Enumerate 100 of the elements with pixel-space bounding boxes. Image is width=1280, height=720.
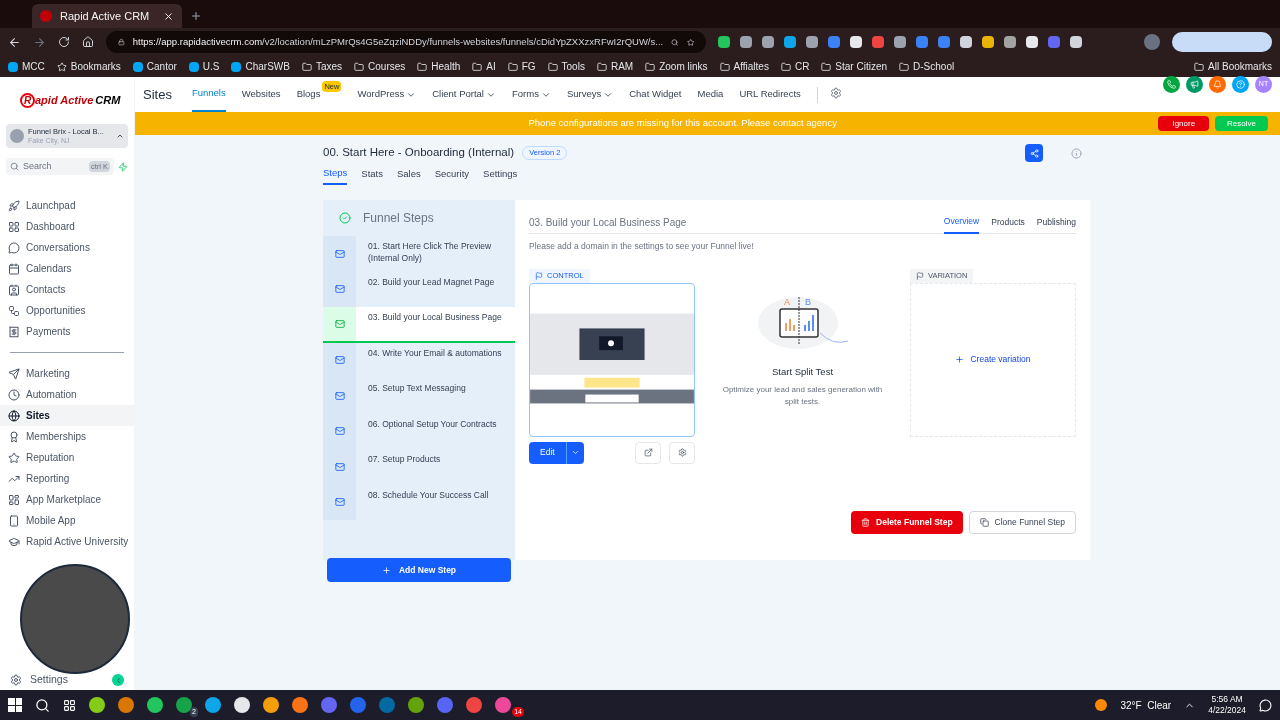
clone-step-button[interactable]: Clone Funnel Step xyxy=(968,510,1076,534)
step-tab[interactable]: Overview xyxy=(943,211,980,234)
back-icon[interactable] xyxy=(8,35,21,49)
sidebar-item[interactable]: Sites xyxy=(0,405,134,426)
taskbar-app-icon[interactable] xyxy=(263,697,279,713)
bookmark-link[interactable]: FG xyxy=(507,59,536,74)
notifications-icon[interactable] xyxy=(1259,698,1272,712)
profile-avatar[interactable] xyxy=(1144,34,1160,50)
sidebar-item[interactable]: Rapid Active University xyxy=(0,531,134,552)
share-button[interactable] xyxy=(1025,144,1043,162)
sidebar-item[interactable]: Opportunities xyxy=(0,300,134,321)
sidebar-item[interactable]: Dashboard xyxy=(0,216,134,237)
sidebar-item[interactable]: Contacts xyxy=(0,279,134,300)
extension-icon[interactable] xyxy=(850,36,862,48)
nav-tab[interactable]: Chat Widget xyxy=(629,77,682,112)
new-tab-icon[interactable] xyxy=(190,10,202,22)
search-icon[interactable] xyxy=(35,697,50,713)
bookmark-link[interactable]: RAM xyxy=(596,59,634,74)
funnel-step[interactable]: 02. Build your Lead Magnet Page xyxy=(323,271,515,307)
collapse-button[interactable] xyxy=(112,674,124,687)
create-variation-link[interactable]: Create variation xyxy=(955,353,1031,367)
bookmark-link[interactable]: Affialtes xyxy=(719,59,769,74)
bookmark-link[interactable]: Zoom links xyxy=(645,59,708,74)
sidebar-item[interactable]: Marketing xyxy=(0,363,134,384)
home-icon[interactable] xyxy=(82,36,94,48)
bookmark-link[interactable]: Tools xyxy=(547,59,585,74)
bookmark-link[interactable]: MCC xyxy=(8,59,45,74)
delete-step-button[interactable]: Delete Funnel Step xyxy=(851,510,963,534)
bookmark-link[interactable]: Health xyxy=(417,59,461,74)
taskbar-app-icon[interactable] xyxy=(234,697,250,713)
bookmark-star-icon[interactable] xyxy=(686,36,694,48)
bookmark-link[interactable]: Courses xyxy=(354,59,406,74)
add-step-button[interactable]: Add New Step xyxy=(327,558,511,582)
funnel-tab[interactable]: Security xyxy=(434,163,470,185)
sidebar-item[interactable]: Launchpad xyxy=(0,195,134,216)
extension-icon[interactable] xyxy=(1070,36,1082,48)
extension-icon[interactable] xyxy=(718,36,730,48)
bookmark-link[interactable]: Bookmarks xyxy=(56,59,121,74)
extension-icon[interactable] xyxy=(894,36,906,48)
help-button[interactable] xyxy=(1232,76,1249,93)
funnel-step[interactable]: 03. Build your Local Business Page xyxy=(323,307,515,343)
nav-tab[interactable]: WordPress xyxy=(357,77,417,112)
funnel-tab[interactable]: Settings xyxy=(483,163,518,185)
sidebar-item[interactable]: Conversations xyxy=(0,237,134,258)
bookmark-link[interactable]: All Bookmarks xyxy=(1194,59,1272,74)
profile-pill[interactable] xyxy=(1172,32,1272,52)
extension-icon[interactable] xyxy=(1004,36,1016,48)
sidebar-item[interactable]: Memberships xyxy=(0,426,134,447)
extension-icon[interactable] xyxy=(784,36,796,48)
reload-icon[interactable] xyxy=(58,36,70,48)
announcement-button[interactable] xyxy=(1186,76,1203,93)
extension-icon[interactable] xyxy=(762,36,774,48)
nav-tab[interactable]: URL Redirects xyxy=(739,77,801,112)
sidebar-item[interactable]: Payments xyxy=(0,321,134,342)
taskbar-app-icon[interactable] xyxy=(147,697,163,713)
bookmark-link[interactable]: Cantor xyxy=(132,59,177,74)
forward-icon[interactable] xyxy=(33,35,46,49)
funnel-step[interactable]: 06. Optional Setup Your Contracts xyxy=(323,413,515,449)
nav-tab[interactable]: Surveys xyxy=(566,77,614,112)
funnel-step[interactable]: 07. Setup Products xyxy=(323,449,515,485)
close-icon[interactable] xyxy=(163,10,174,22)
sidebar-item[interactable]: Automation xyxy=(0,384,134,405)
phone-button[interactable] xyxy=(1163,76,1180,93)
bookmark-link[interactable]: D-School xyxy=(899,59,955,74)
extension-icon[interactable] xyxy=(982,36,994,48)
ignore-button[interactable]: Ignore xyxy=(1158,116,1210,131)
nav-tab[interactable]: Client Portal xyxy=(432,77,496,112)
notification-button[interactable] xyxy=(1209,76,1226,93)
bookmark-link[interactable]: CR xyxy=(780,59,810,74)
bookmark-link[interactable]: U.S xyxy=(188,59,220,74)
funnel-step[interactable]: 04. Write Your Email & automations xyxy=(323,342,515,378)
sidebar-item[interactable]: Settings xyxy=(10,672,68,688)
funnel-tab[interactable]: Sales xyxy=(396,163,421,185)
step-tab[interactable]: Publishing xyxy=(1036,211,1076,234)
bookmark-link[interactable]: Taxes xyxy=(301,59,343,74)
sidebar-item[interactable]: Mobile App xyxy=(0,510,134,531)
step-tab[interactable]: Products xyxy=(991,211,1025,234)
bookmark-link[interactable]: Star Citizen xyxy=(821,59,888,74)
extension-icon[interactable] xyxy=(806,36,818,48)
start-button[interactable] xyxy=(8,698,22,712)
nav-tab[interactable]: Forms xyxy=(511,77,551,112)
funnel-step[interactable]: 08. Schedule Your Success Call xyxy=(323,484,515,520)
settings-button[interactable] xyxy=(669,441,695,464)
nav-tab[interactable]: Websites xyxy=(241,77,281,112)
sidebar-item[interactable]: App Marketplace xyxy=(0,489,134,510)
edit-button[interactable]: Edit xyxy=(529,441,584,464)
address-field[interactable]: https://app.rapidactivecrm.com/v2/location/mLzPMrQs4G5eZqziNDDy/funnels-websites/funnels/cDidYpZXXzxRFwI2rQUW/s... xyxy=(106,31,706,53)
sidebar-item[interactable]: Reputation xyxy=(0,447,134,468)
taskbar-app-icon[interactable] xyxy=(408,697,424,713)
extension-icon[interactable] xyxy=(1026,36,1038,48)
extension-icon[interactable] xyxy=(740,36,752,48)
funnel-step[interactable]: 01. Start Here Click The Preview (Internal Only) xyxy=(323,236,515,272)
sidebar-item[interactable]: Reporting xyxy=(0,468,134,489)
funnel-tab[interactable]: Stats xyxy=(361,163,383,185)
sidebar-item[interactable]: Calendars xyxy=(0,258,134,279)
taskbar-app-icon[interactable] xyxy=(292,697,308,713)
taskbar-app-icon[interactable] xyxy=(205,697,221,713)
bookmark-link[interactable]: CharSWB xyxy=(231,59,290,74)
settings-icon[interactable] xyxy=(829,86,842,99)
task-view-icon[interactable] xyxy=(63,698,76,712)
